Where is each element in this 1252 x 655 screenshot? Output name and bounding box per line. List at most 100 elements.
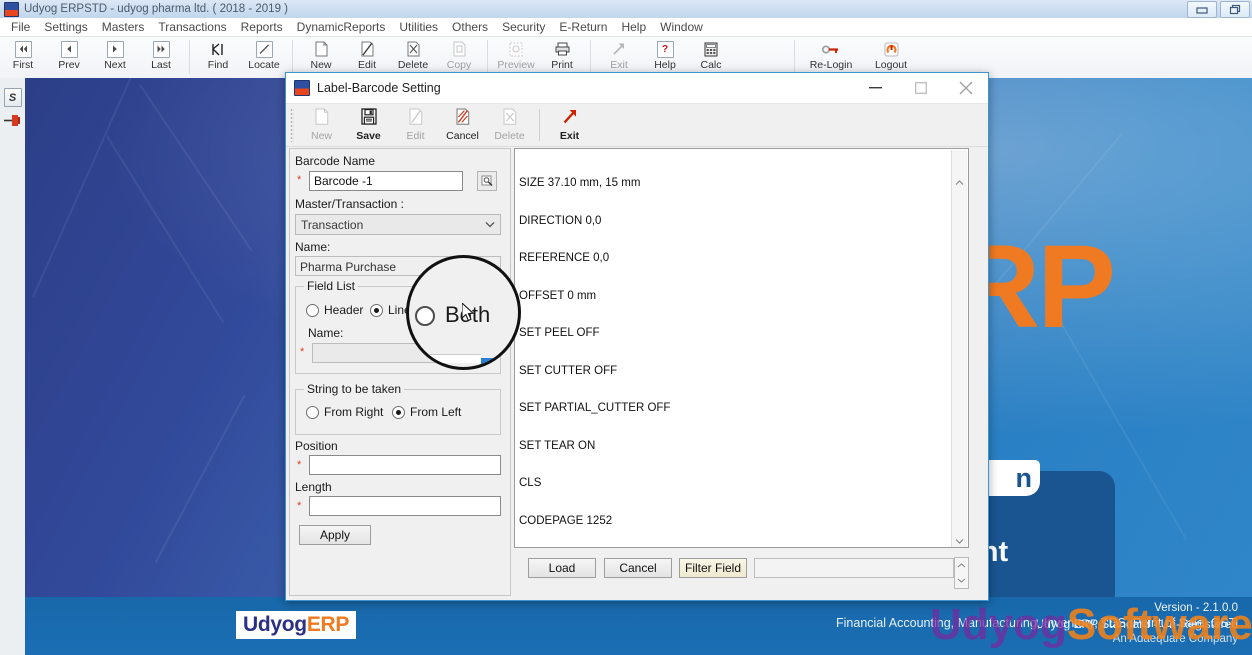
minimize-button[interactable] (1187, 1, 1217, 18)
pin-icon[interactable] (3, 114, 22, 128)
menu-item-help[interactable]: Help (614, 18, 653, 36)
main-titlebar: Udyog ERPSTD - udyog pharma ltd. ( 2018 … (0, 0, 1252, 19)
toolbar-locate-button[interactable]: Locate (241, 37, 287, 77)
menu-item-dynamicreports[interactable]: DynamicReports (290, 18, 393, 36)
menu-item-transactions[interactable]: Transactions (151, 18, 233, 36)
scroll-down-icon[interactable] (952, 533, 967, 547)
window-title: Udyog ERPSTD - udyog pharma ltd. ( 2018 … (24, 3, 288, 15)
toolbar-prev-button[interactable]: Prev (46, 37, 92, 77)
position-input[interactable] (309, 455, 501, 475)
previous-record-icon (60, 40, 79, 58)
code-line: REFERENCE 0,0 (519, 252, 610, 264)
filter-field-input[interactable] (754, 558, 954, 578)
code-line: SET PARTIAL_CUTTER OFF (519, 402, 671, 414)
filter-field-button[interactable]: Filter Field (679, 558, 747, 578)
restore-button[interactable] (1220, 1, 1250, 18)
menubar[interactable]: File Settings Masters Transactions Repor… (0, 18, 1252, 37)
length-label: Length (295, 480, 332, 494)
barcode-name-lookup-button[interactable] (477, 171, 497, 191)
dialog-delete-button[interactable]: Delete (486, 106, 533, 146)
length-input[interactable] (309, 496, 501, 516)
dialog-save-button[interactable]: Save (345, 106, 392, 146)
menu-item-ereturn[interactable]: E-Return (552, 18, 614, 36)
position-required-star: * (297, 459, 302, 471)
toolbar-find-label: Find (207, 59, 229, 71)
exit-arrow-icon (610, 40, 629, 58)
bg-decoration-line (105, 135, 225, 323)
dialog-minimize-button[interactable] (853, 73, 898, 102)
code-line: SET CUTTER OFF (519, 364, 618, 377)
toolbar-last-button[interactable]: Last (138, 37, 184, 77)
filter-field-spinner[interactable] (954, 557, 969, 589)
menu-item-window[interactable]: Window (653, 18, 710, 36)
apply-button[interactable]: Apply (299, 525, 371, 545)
toolbar-new-label: New (310, 59, 332, 71)
dialog-cancel-label: Cancel (446, 130, 479, 142)
toolbar-new-button[interactable]: New (298, 37, 344, 77)
name-label: Name: (295, 240, 331, 254)
dialog-new-button[interactable]: New (298, 106, 345, 146)
settings-right-panel: SIZE 37.10 mm, 15 mm DIRECTION 0,0 REFER… (514, 148, 985, 596)
toolbar-relogin-button[interactable]: Re-Login (800, 37, 862, 77)
toolbar-grip[interactable] (290, 108, 294, 142)
new-document-icon (315, 108, 329, 128)
dialog-toolbar-separator (539, 109, 540, 141)
delete-icon (404, 40, 423, 58)
code-line: CLS (519, 477, 542, 489)
dialog-title: Label-Barcode Setting (317, 81, 441, 95)
menu-item-reports[interactable]: Reports (234, 18, 290, 36)
dialog-maximize-button[interactable] (898, 73, 943, 102)
dialog-close-button[interactable] (943, 73, 988, 102)
toolbar-edit-button[interactable]: Edit (344, 37, 390, 77)
menu-item-settings[interactable]: Settings (37, 18, 94, 36)
master-transaction-select[interactable]: Transaction (295, 214, 501, 235)
field-name-required-star: * (300, 346, 305, 358)
first-record-icon (14, 40, 33, 58)
barcode-name-input[interactable] (309, 171, 463, 191)
toolbar-help-button[interactable]: ? Help (642, 37, 688, 77)
cancel-icon (456, 108, 470, 128)
menu-item-utilities[interactable]: Utilities (392, 18, 445, 36)
master-transaction-label: Master/Transaction : (295, 197, 404, 211)
toolbar-preview-button[interactable]: Preview (493, 37, 539, 77)
toolbar-delete-button[interactable]: Delete (390, 37, 436, 77)
settings-left-panel: Barcode Name * Master/Transaction : Tran… (289, 148, 511, 596)
toolbar-separator-1 (189, 40, 190, 74)
exit-arrow-icon (562, 108, 578, 128)
toolbar-copy-label: Copy (446, 59, 472, 71)
scroll-strip-button[interactable]: S (3, 88, 22, 107)
menu-item-file[interactable]: File (4, 18, 37, 36)
last-record-icon (152, 40, 171, 58)
dialog-edit-button[interactable]: Edit (392, 106, 439, 146)
string-radio-from-left[interactable]: From Left (392, 405, 461, 419)
code-editor-scrollbar[interactable] (951, 150, 967, 547)
toolbar-calc-button[interactable]: Calc (688, 37, 734, 77)
footer-logo: UdyogERP (236, 611, 357, 639)
toolbar-logout-button[interactable]: Logout (862, 37, 920, 77)
re-login-key-icon (822, 40, 841, 58)
scroll-up-icon[interactable] (952, 175, 967, 190)
magnified-both-radio[interactable] (415, 306, 435, 326)
string-radio-from-right[interactable]: From Right (306, 405, 383, 419)
field-list-radio-header-label: Header (324, 303, 364, 317)
edit-pencil-icon (409, 108, 423, 128)
field-list-radio-header[interactable]: Header (306, 303, 363, 317)
menu-item-others[interactable]: Others (445, 18, 495, 36)
dialog-cancel-button[interactable]: Cancel (439, 106, 486, 146)
toolbar-exit-button[interactable]: Exit (596, 37, 642, 77)
toolbar-next-button[interactable]: Next (92, 37, 138, 77)
footer-company: An Adaequare Company (1112, 633, 1238, 645)
master-transaction-value: Transaction (301, 217, 364, 232)
toolbar-first-button[interactable]: First (0, 37, 46, 77)
toolbar-copy-button[interactable]: Copy (436, 37, 482, 77)
dialog-exit-button[interactable]: Exit (546, 106, 593, 146)
dialog-save-label: Save (356, 130, 381, 142)
code-line: DIRECTION 0,0 (519, 214, 602, 227)
toolbar-print-button[interactable]: Print (539, 37, 585, 77)
menu-item-masters[interactable]: Masters (95, 18, 152, 36)
barcode-code-editor[interactable]: SIZE 37.10 mm, 15 mm DIRECTION 0,0 REFER… (514, 148, 969, 548)
toolbar-find-button[interactable]: Find (195, 37, 241, 77)
load-button[interactable]: Load (528, 558, 596, 578)
menu-item-security[interactable]: Security (495, 18, 552, 36)
cancel-button[interactable]: Cancel (604, 558, 672, 578)
